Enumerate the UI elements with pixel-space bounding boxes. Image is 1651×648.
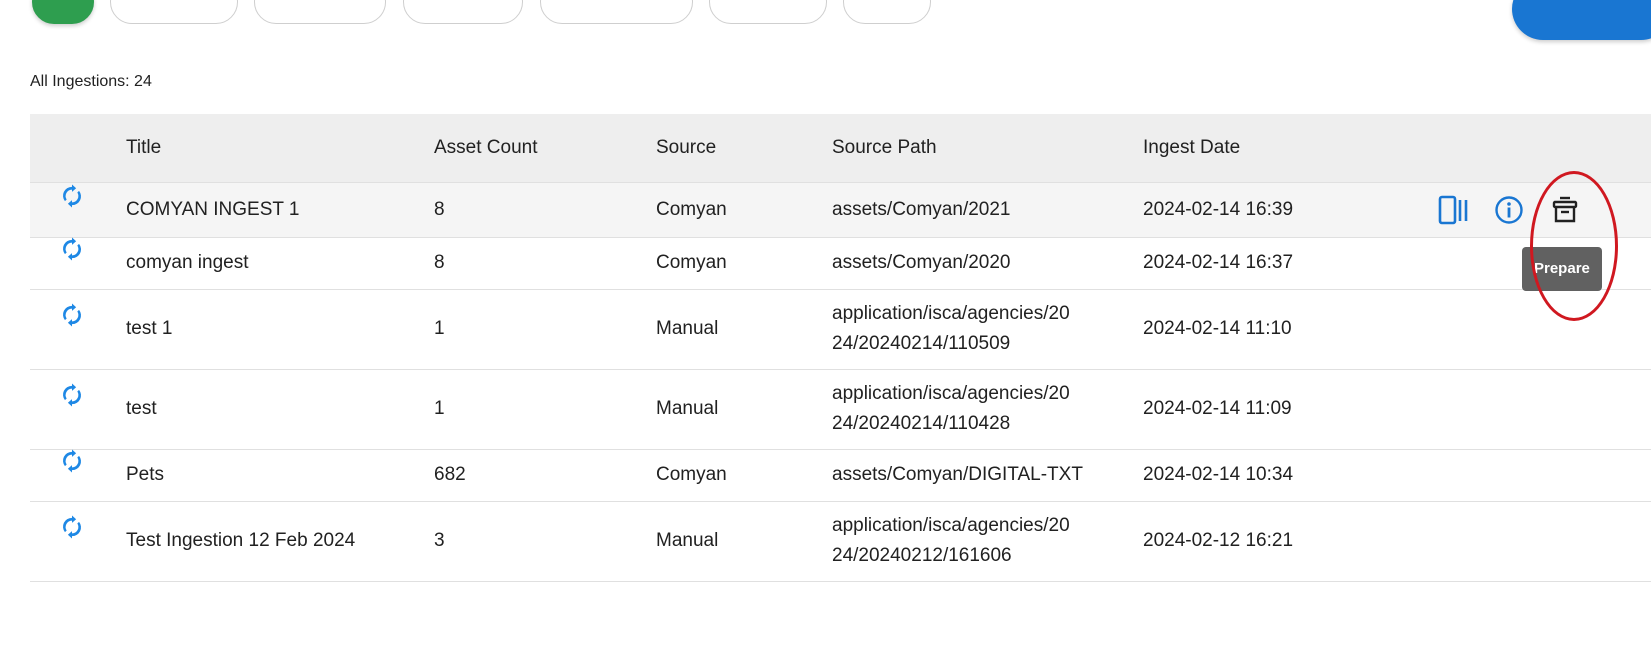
cell-asset-count: 8	[434, 182, 656, 238]
table-row[interactable]: Test Ingestion 12 Feb 2024 3 Manual applica…	[30, 501, 1651, 582]
ingestions-table: Title Asset Count Source Source Path Ing…	[30, 114, 1651, 582]
table-row[interactable]: Pets 682 Comyan assets/Comyan/DIGITAL-TXT 20…	[30, 449, 1651, 502]
cell-asset-count: 8	[434, 237, 656, 290]
cell-title: Pets	[126, 449, 434, 502]
row-status-cell	[30, 501, 126, 582]
cell-ingest-date: 2024-02-14 11:09	[1143, 369, 1429, 450]
header-ingest-date[interactable]: Ingest Date	[1143, 114, 1429, 183]
header-actions	[1429, 114, 1651, 183]
sync-icon	[61, 515, 83, 539]
table-row[interactable]: comyan ingest 8 Comyan assets/Comyan/2020 20…	[30, 237, 1651, 290]
table-row[interactable]: COMYAN INGEST 1 8 Comyan assets/Comyan/2021…	[30, 182, 1651, 291]
cell-title: test 1	[126, 289, 434, 370]
cell-source-path: application/isca/agencies/20 24/20240214…	[832, 369, 1143, 450]
prepare-tooltip: Prepare	[1522, 246, 1602, 291]
row-status-cell	[30, 449, 126, 502]
sync-icon	[61, 184, 83, 208]
cell-ingest-date: 2024-02-14 16:37	[1143, 237, 1429, 290]
table-row[interactable]: test 1 1 Manual application/isca/agencies/2…	[30, 289, 1651, 370]
row-actions-cell	[1429, 289, 1651, 370]
cell-source: Comyan	[656, 182, 832, 238]
filter-chip-1[interactable]	[110, 0, 238, 24]
ingestions-count: All Ingestions: 24	[30, 73, 152, 90]
cell-source: Manual	[656, 501, 832, 582]
cell-source-path: application/isca/agencies/20 24/20240212…	[832, 501, 1143, 582]
filter-chip-2[interactable]	[254, 0, 386, 24]
header-source-path[interactable]: Source Path	[832, 114, 1143, 183]
row-status-cell	[30, 289, 126, 370]
cell-source: Manual	[656, 289, 832, 370]
view-panel-icon[interactable]	[1437, 194, 1469, 226]
cell-source: Manual	[656, 369, 832, 450]
header-asset-count[interactable]: Asset Count	[434, 114, 656, 183]
table-header-row: Title Asset Count Source Source Path Ing…	[30, 114, 1651, 183]
sync-icon	[61, 237, 83, 261]
cell-ingest-date: 2024-02-14 16:39	[1143, 182, 1429, 238]
header-title[interactable]: Title	[126, 114, 434, 183]
row-status-cell	[30, 369, 126, 450]
sync-icon	[61, 383, 83, 407]
cell-source-path: assets/Comyan/DIGITAL-TXT	[832, 449, 1143, 502]
cell-source-path: assets/Comyan/2020	[832, 237, 1143, 290]
table-row[interactable]: test 1 Manual application/isca/agencies/20 …	[30, 369, 1651, 450]
filter-chip-4[interactable]	[540, 0, 693, 24]
cell-ingest-date: 2024-02-14 11:10	[1143, 289, 1429, 370]
ingestions-page: All Ingestions: 24 Title Asset Count Sou…	[0, 0, 1651, 648]
cell-source: Comyan	[656, 237, 832, 290]
row-actions-cell	[1429, 501, 1651, 582]
cell-asset-count: 1	[434, 369, 656, 450]
sync-icon	[61, 303, 83, 327]
cell-asset-count: 1	[434, 289, 656, 370]
row-actions: Prepare	[1429, 183, 1651, 291]
header-source[interactable]: Source	[656, 114, 832, 183]
new-ingestion-button[interactable]	[1512, 0, 1651, 40]
row-status-cell	[30, 237, 126, 290]
cell-title: Test Ingestion 12 Feb 2024	[126, 501, 434, 582]
sync-icon	[61, 449, 83, 473]
row-actions-cell	[1429, 449, 1651, 502]
cell-title: comyan ingest	[126, 237, 434, 290]
cell-source-path: application/isca/agencies/20 24/20240214…	[832, 289, 1143, 370]
prepare-archive-icon[interactable]	[1549, 194, 1581, 226]
info-icon[interactable]	[1493, 194, 1525, 226]
cell-title: test	[126, 369, 434, 450]
filter-chip-5[interactable]	[709, 0, 827, 24]
cell-asset-count: 682	[434, 449, 656, 502]
row-actions-cell	[1429, 369, 1651, 450]
filter-chip-3[interactable]	[403, 0, 523, 24]
cell-ingest-date: 2024-02-12 16:21	[1143, 501, 1429, 582]
row-status-cell	[30, 182, 126, 238]
header-icon-col	[30, 114, 126, 183]
cell-asset-count: 3	[434, 501, 656, 582]
cell-source-path: assets/Comyan/2021	[832, 182, 1143, 238]
cell-source: Comyan	[656, 449, 832, 502]
row-actions-cell: Prepare	[1429, 182, 1651, 291]
cell-ingest-date: 2024-02-14 10:34	[1143, 449, 1429, 502]
status-chip-active[interactable]	[32, 0, 94, 24]
filter-chip-6[interactable]	[843, 0, 931, 24]
cell-title: COMYAN INGEST 1	[126, 182, 434, 238]
